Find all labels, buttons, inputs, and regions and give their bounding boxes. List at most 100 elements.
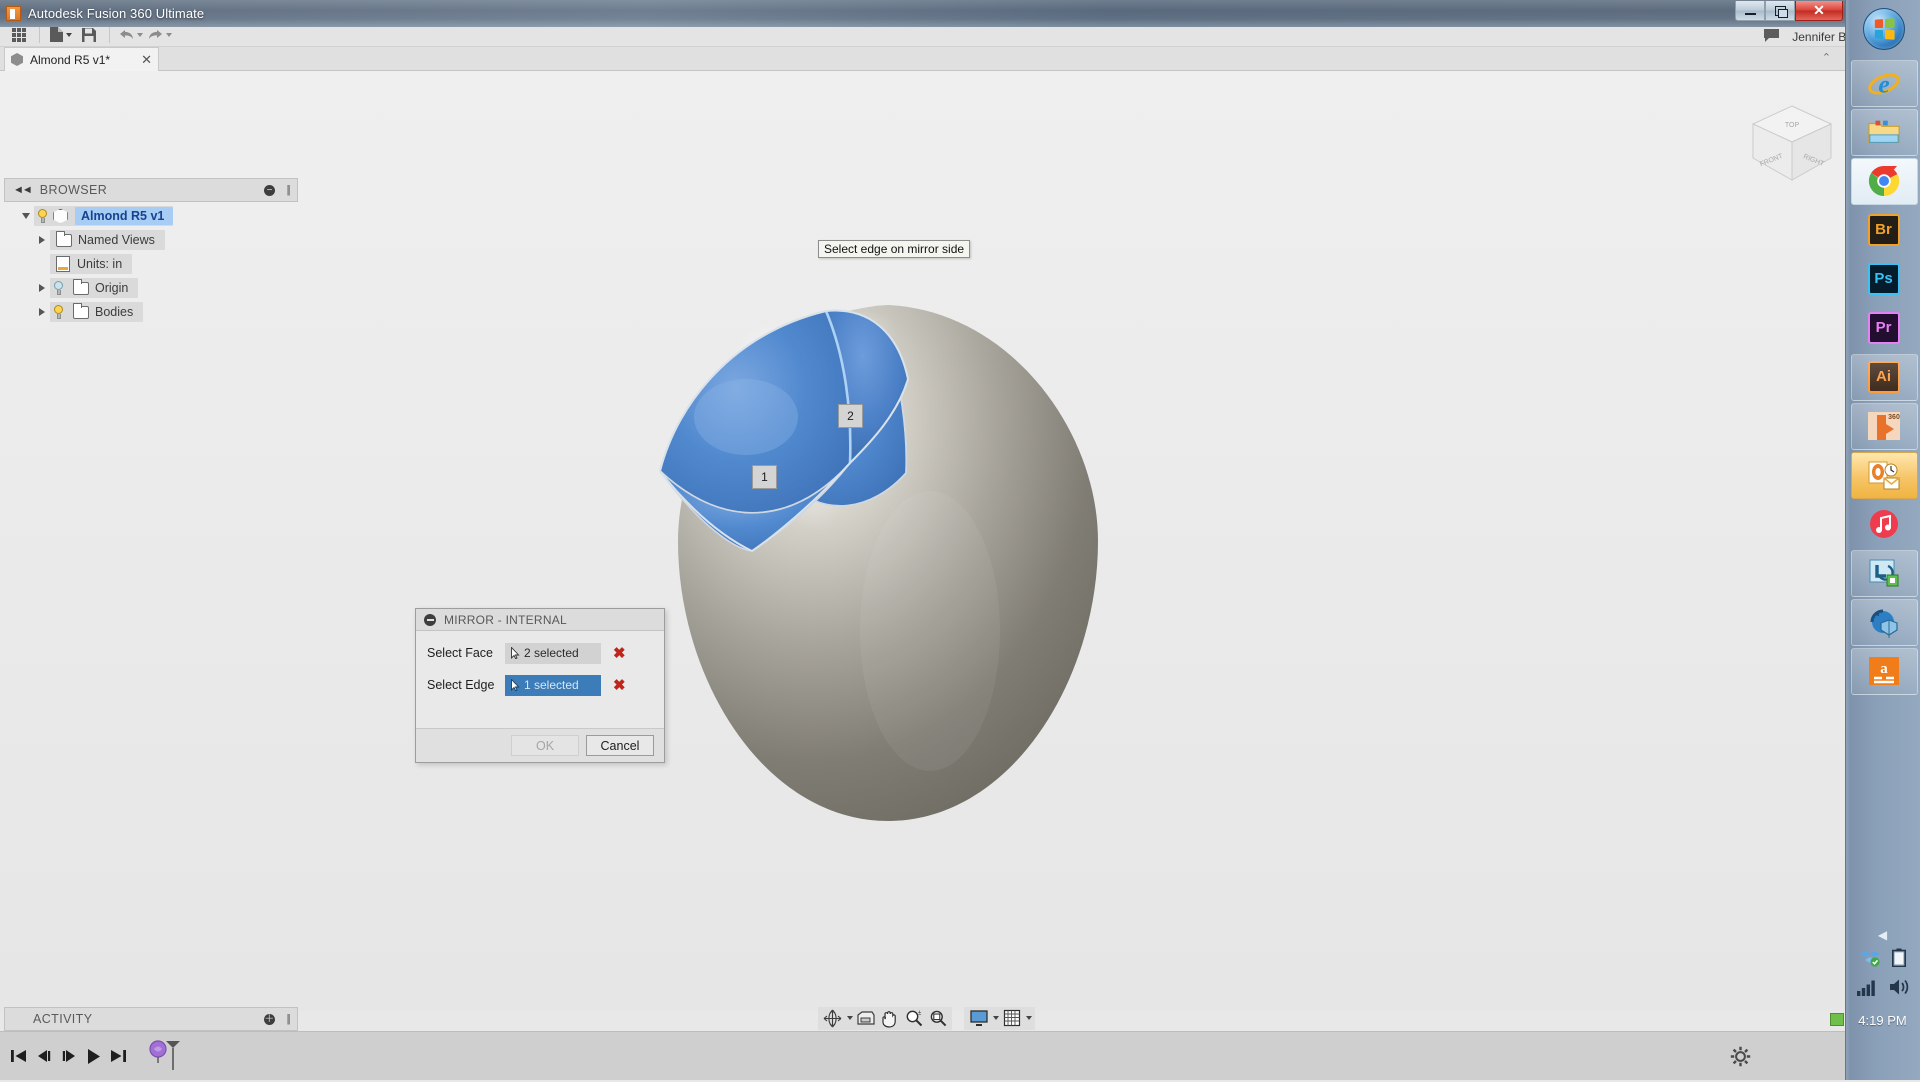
face-badge-2[interactable]: 2 <box>838 404 863 428</box>
save-icon[interactable] <box>76 24 102 46</box>
browser-panel-header[interactable]: ◄◄ BROWSER − ||| <box>4 178 298 202</box>
visibility-bulb-icon[interactable] <box>34 208 51 225</box>
clear-selection-icon[interactable]: ✖ <box>613 646 626 661</box>
browser-item-origin[interactable]: Origin <box>4 276 298 300</box>
taskbar-item-windows-explorer[interactable] <box>1846 107 1920 156</box>
windows-start-button[interactable] <box>1846 0 1920 58</box>
viewport-tooltip: Select edge on mirror side <box>818 240 971 258</box>
cursor-pointer-icon <box>511 647 520 659</box>
adobe-illustrator-icon: Ai <box>1867 360 1900 393</box>
dialog-collapse-icon[interactable] <box>424 613 436 626</box>
comment-icon[interactable] <box>1763 28 1780 46</box>
redo-icon[interactable] <box>146 24 172 46</box>
viewport-navigation-bar: ± <box>818 1006 1035 1030</box>
taskbar-item-itunes[interactable] <box>1846 499 1920 548</box>
visibility-bulb-icon[interactable] <box>50 304 67 321</box>
close-button[interactable]: ✕ <box>1795 1 1843 21</box>
windows-start-orb-icon <box>1862 8 1905 50</box>
taskbar-item-google-chrome[interactable] <box>1846 156 1920 205</box>
taskbar-clock[interactable]: 4:19 PM <box>1858 1013 1906 1028</box>
new-document-icon[interactable] <box>47 24 73 46</box>
window-controls: ✕ <box>1735 0 1845 22</box>
window-title: Autodesk Fusion 360 Ultimate <box>28 6 205 21</box>
adobe-photoshop-icon: Ps <box>1867 262 1900 295</box>
minimize-button[interactable] <box>1735 1 1765 21</box>
app-grid-icon[interactable] <box>6 24 32 46</box>
taskbar-item-adobe-premiere[interactable]: Pr <box>1846 303 1920 352</box>
select-face-picker[interactable]: 2 selected <box>505 642 601 664</box>
go-to-beginning-icon[interactable] <box>10 1048 27 1064</box>
collapse-left-icon[interactable]: ◄◄ <box>13 184 33 196</box>
dialog-body: Select Face 2 selected ✖ Select Edge 1 s… <box>416 631 664 728</box>
panel-settings-icon[interactable]: − <box>264 184 275 196</box>
taskbar-item-amazon[interactable]: a <box>1846 646 1920 695</box>
display-settings-caret-icon[interactable] <box>993 1016 999 1020</box>
browser-item-almond-r5-v1[interactable]: Almond R5 v1 <box>4 204 298 228</box>
browser-item-named-views[interactable]: Named Views <box>4 228 298 252</box>
taskbar-item-adobe-bridge[interactable]: Br <box>1846 205 1920 254</box>
taskbar-item-microsoft-lync[interactable] <box>1846 548 1920 597</box>
taskbar-item-adobe-illustrator[interactable]: Ai <box>1846 352 1920 401</box>
orbit-caret-icon[interactable] <box>847 1016 853 1020</box>
step-forward-icon[interactable] <box>61 1048 77 1064</box>
activity-panel-header[interactable]: ACTIVITY ＋ ||| <box>4 1007 298 1031</box>
dropbox-icon[interactable] <box>1860 949 1880 972</box>
expander-closed-icon[interactable] <box>34 284 50 292</box>
expander-closed-icon[interactable] <box>34 236 50 244</box>
mirror-internal-dialog: MIRROR - INTERNAL Select Face 2 selected… <box>415 608 665 763</box>
taskbar-item-internet-explorer[interactable]: e <box>1846 58 1920 107</box>
microsoft-outlook-icon <box>1867 458 1901 492</box>
timeline-settings-gear-icon[interactable] <box>1730 1046 1751 1072</box>
visibility-bulb-icon[interactable] <box>50 280 67 297</box>
play-icon[interactable] <box>86 1048 101 1065</box>
browser-item-bodies[interactable]: Bodies <box>4 300 298 324</box>
select-edge-picker[interactable]: 1 selected <box>505 674 601 696</box>
zoom-icon[interactable]: ± <box>902 1008 925 1029</box>
orbit-icon[interactable] <box>821 1008 844 1029</box>
grid-settings-icon[interactable] <box>1000 1008 1023 1029</box>
undo-caret-icon[interactable] <box>136 32 143 37</box>
google-chrome-icon <box>1867 164 1901 198</box>
clear-selection-icon[interactable]: ✖ <box>613 678 626 693</box>
network-signal-icon[interactable] <box>1856 979 1877 1001</box>
volume-icon[interactable] <box>1889 978 1909 1001</box>
go-to-end-icon[interactable] <box>110 1048 127 1064</box>
cancel-button[interactable]: Cancel <box>586 735 654 756</box>
timeline-feature-marker-icon[interactable] <box>149 1037 181 1075</box>
document-tab-close-icon[interactable]: ✕ <box>141 52 152 68</box>
microsoft-lync-icon <box>1867 556 1901 590</box>
undo-icon[interactable] <box>117 24 143 46</box>
ok-button[interactable]: OK <box>511 735 579 756</box>
taskbar-item-adobe-photoshop[interactable]: Ps <box>1846 254 1920 303</box>
redo-caret-icon[interactable] <box>165 32 172 37</box>
tray-expand-icon[interactable]: ◀ <box>1878 928 1887 942</box>
timeline-bar <box>0 1031 1845 1080</box>
activity-title: ACTIVITY <box>33 1012 93 1026</box>
browser-item-label: Named Views <box>78 233 155 247</box>
taskbar-item-microsoft-outlook[interactable] <box>1846 450 1920 499</box>
look-at-icon[interactable] <box>854 1008 877 1029</box>
face-badge-1[interactable]: 1 <box>752 465 777 489</box>
panel-settings-icon[interactable]: ＋ <box>264 1013 275 1025</box>
document-tab[interactable]: Almond R5 v1* ✕ <box>4 47 159 71</box>
select-face-value: 2 selected <box>524 646 579 660</box>
taskbar-item-autodesk-fusion-360[interactable]: 360 <box>1846 401 1920 450</box>
cursor-pointer-icon <box>511 679 520 691</box>
taskbar-item-windows-security[interactable] <box>1846 597 1920 646</box>
maximize-button[interactable] <box>1765 1 1795 21</box>
expander-open-icon[interactable] <box>18 213 34 219</box>
internet-explorer-icon: e <box>1867 66 1901 100</box>
fit-icon[interactable] <box>926 1008 949 1029</box>
battery-icon[interactable] <box>1891 948 1906 972</box>
browser-item-units[interactable]: Units: in <box>4 252 298 276</box>
grid-settings-caret-icon[interactable] <box>1026 1016 1032 1020</box>
step-back-icon[interactable] <box>36 1048 52 1064</box>
new-document-caret-icon[interactable] <box>65 32 72 37</box>
view-cube[interactable]: TOP FRONT RIGHT <box>1745 100 1840 190</box>
viewport-status-marker[interactable] <box>1830 1013 1844 1026</box>
pan-hand-icon[interactable] <box>878 1008 901 1029</box>
display-settings-icon[interactable] <box>967 1008 990 1029</box>
ribbon-collapse-icon[interactable]: ⌃ <box>1822 51 1831 64</box>
expander-closed-icon[interactable] <box>34 308 50 316</box>
dialog-title-bar[interactable]: MIRROR - INTERNAL <box>416 609 664 631</box>
